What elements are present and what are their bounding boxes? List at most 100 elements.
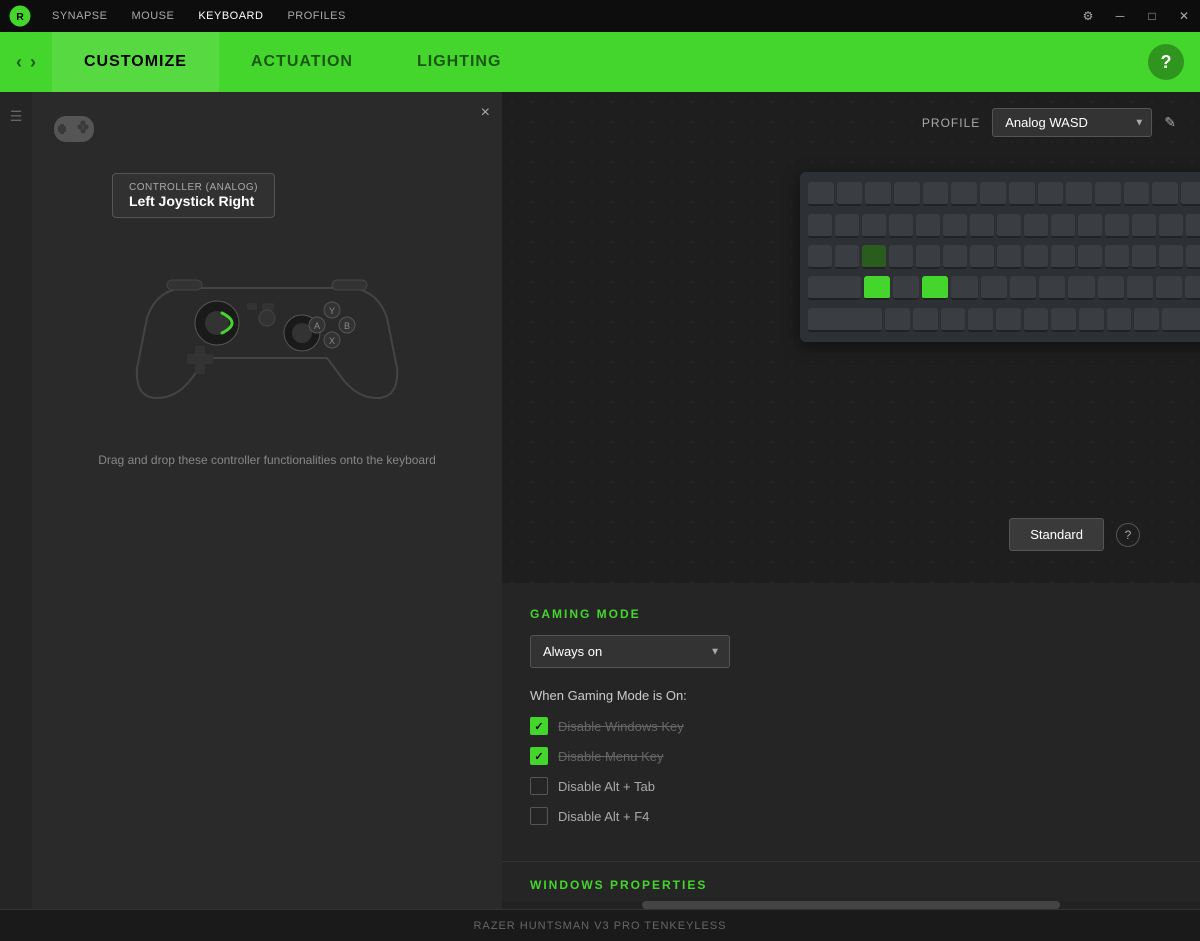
help-button[interactable]: ? xyxy=(1148,44,1184,80)
key-equals[interactable] xyxy=(1132,214,1156,238)
key-f2[interactable] xyxy=(865,182,891,206)
key-g[interactable] xyxy=(981,276,1007,300)
key-f1[interactable] xyxy=(837,182,863,206)
key-backslash[interactable] xyxy=(1159,245,1183,269)
checkbox-menu-key-label: Disable Menu Key xyxy=(558,749,664,764)
nav-keyboard[interactable]: KEYBOARD xyxy=(198,10,263,22)
key-f10[interactable] xyxy=(1095,182,1121,206)
key-f9[interactable] xyxy=(1066,182,1092,206)
hamburger-icon[interactable]: ☰ xyxy=(10,108,23,125)
key-tab[interactable] xyxy=(808,245,832,269)
key-c[interactable] xyxy=(941,308,966,332)
key-k[interactable] xyxy=(1068,276,1094,300)
key-0[interactable] xyxy=(1078,214,1102,238)
key-7[interactable] xyxy=(997,214,1021,238)
nav-mouse[interactable]: MOUSE xyxy=(131,10,174,22)
key-y[interactable] xyxy=(970,245,994,269)
key-o[interactable] xyxy=(1051,245,1075,269)
key-f3[interactable] xyxy=(894,182,920,206)
key-4[interactable] xyxy=(916,214,940,238)
key-f4[interactable] xyxy=(923,182,949,206)
key-backspace[interactable] xyxy=(1159,214,1183,238)
key-period[interactable] xyxy=(1107,308,1132,332)
key-8[interactable] xyxy=(1024,214,1048,238)
standard-help-icon[interactable]: ? xyxy=(1116,523,1140,547)
key-slash[interactable] xyxy=(1134,308,1159,332)
key-i[interactable] xyxy=(1024,245,1048,269)
key-f[interactable] xyxy=(951,276,977,300)
key-m[interactable] xyxy=(1051,308,1076,332)
key-9[interactable] xyxy=(1051,214,1075,238)
key-b[interactable] xyxy=(996,308,1021,332)
key-z[interactable] xyxy=(885,308,910,332)
standard-button[interactable]: Standard xyxy=(1009,518,1104,551)
checkbox-alt-tab-box[interactable] xyxy=(530,777,548,795)
key-comma[interactable] xyxy=(1079,308,1104,332)
key-lshift[interactable] xyxy=(808,308,882,332)
checkbox-alt-f4-box[interactable] xyxy=(530,807,548,825)
key-w[interactable] xyxy=(862,245,886,269)
minimize-button[interactable]: ─ xyxy=(1112,9,1128,23)
settings-icon[interactable]: ⚙ xyxy=(1080,9,1096,23)
key-p[interactable] xyxy=(1078,245,1102,269)
key-q[interactable] xyxy=(835,245,859,269)
nav-back-arrow[interactable]: ‹ xyxy=(16,52,22,73)
title-bar-nav: SYNAPSE MOUSE KEYBOARD PROFILES xyxy=(52,10,346,22)
scroll-thumb[interactable] xyxy=(642,901,1061,909)
key-f6[interactable] xyxy=(980,182,1006,206)
key-v[interactable] xyxy=(968,308,993,332)
key-x[interactable] xyxy=(913,308,938,332)
key-2[interactable] xyxy=(862,214,886,238)
key-f11[interactable] xyxy=(1124,182,1150,206)
key-del[interactable] xyxy=(1186,245,1200,269)
key-u[interactable] xyxy=(997,245,1021,269)
key-rbracket[interactable] xyxy=(1132,245,1156,269)
key-a[interactable] xyxy=(864,276,890,300)
nav-forward-arrow[interactable]: › xyxy=(30,52,36,73)
nav-profiles[interactable]: PROFILES xyxy=(287,10,345,22)
scroll-area[interactable] xyxy=(502,901,1200,909)
key-f12[interactable] xyxy=(1152,182,1178,206)
key-h[interactable] xyxy=(1010,276,1036,300)
checkbox-windows-key-box[interactable] xyxy=(530,717,548,735)
status-bar: RAZER HUNTSMAN V3 PRO TENKEYLESS xyxy=(0,909,1200,941)
key-d[interactable] xyxy=(922,276,948,300)
nav-synapse[interactable]: SYNAPSE xyxy=(52,10,107,22)
key-j[interactable] xyxy=(1039,276,1065,300)
checkbox-menu-key-box[interactable] xyxy=(530,747,548,765)
key-f7[interactable] xyxy=(1009,182,1035,206)
key-l[interactable] xyxy=(1098,276,1124,300)
key-rshift[interactable] xyxy=(1162,308,1200,332)
profile-select-wrapper: Analog WASD ▼ xyxy=(992,108,1152,137)
tab-lighting[interactable]: LIGHTING xyxy=(385,32,533,92)
gaming-mode-select[interactable]: Always on xyxy=(530,635,730,668)
tab-actuation[interactable]: ACTUATION xyxy=(219,32,385,92)
profile-edit-icon[interactable]: ✎ xyxy=(1164,114,1176,131)
key-f5[interactable] xyxy=(951,182,977,206)
key-s[interactable] xyxy=(893,276,919,300)
key-1[interactable] xyxy=(835,214,859,238)
key-semicolon[interactable] xyxy=(1127,276,1153,300)
key-5[interactable] xyxy=(943,214,967,238)
key-ins[interactable] xyxy=(1186,214,1200,238)
key-r[interactable] xyxy=(916,245,940,269)
key-n[interactable] xyxy=(1024,308,1049,332)
key-backtick[interactable] xyxy=(808,214,832,238)
key-f8[interactable] xyxy=(1038,182,1064,206)
key-t[interactable] xyxy=(943,245,967,269)
key-lbracket[interactable] xyxy=(1105,245,1129,269)
key-quote[interactable] xyxy=(1156,276,1182,300)
close-button[interactable]: ✕ xyxy=(1176,9,1192,23)
key-capslock[interactable] xyxy=(808,276,861,300)
key-3[interactable] xyxy=(889,214,913,238)
key-esc[interactable] xyxy=(808,182,834,206)
key-e[interactable] xyxy=(889,245,913,269)
key-enter[interactable] xyxy=(1185,276,1200,300)
key-minus[interactable] xyxy=(1105,214,1129,238)
profile-select[interactable]: Analog WASD xyxy=(992,108,1152,137)
tab-customize[interactable]: CUSTOMIZE xyxy=(52,32,219,92)
key-6[interactable] xyxy=(970,214,994,238)
maximize-button[interactable]: □ xyxy=(1144,9,1160,23)
panel-close-button[interactable]: × xyxy=(481,104,490,122)
key-prtsc[interactable] xyxy=(1181,182,1200,206)
